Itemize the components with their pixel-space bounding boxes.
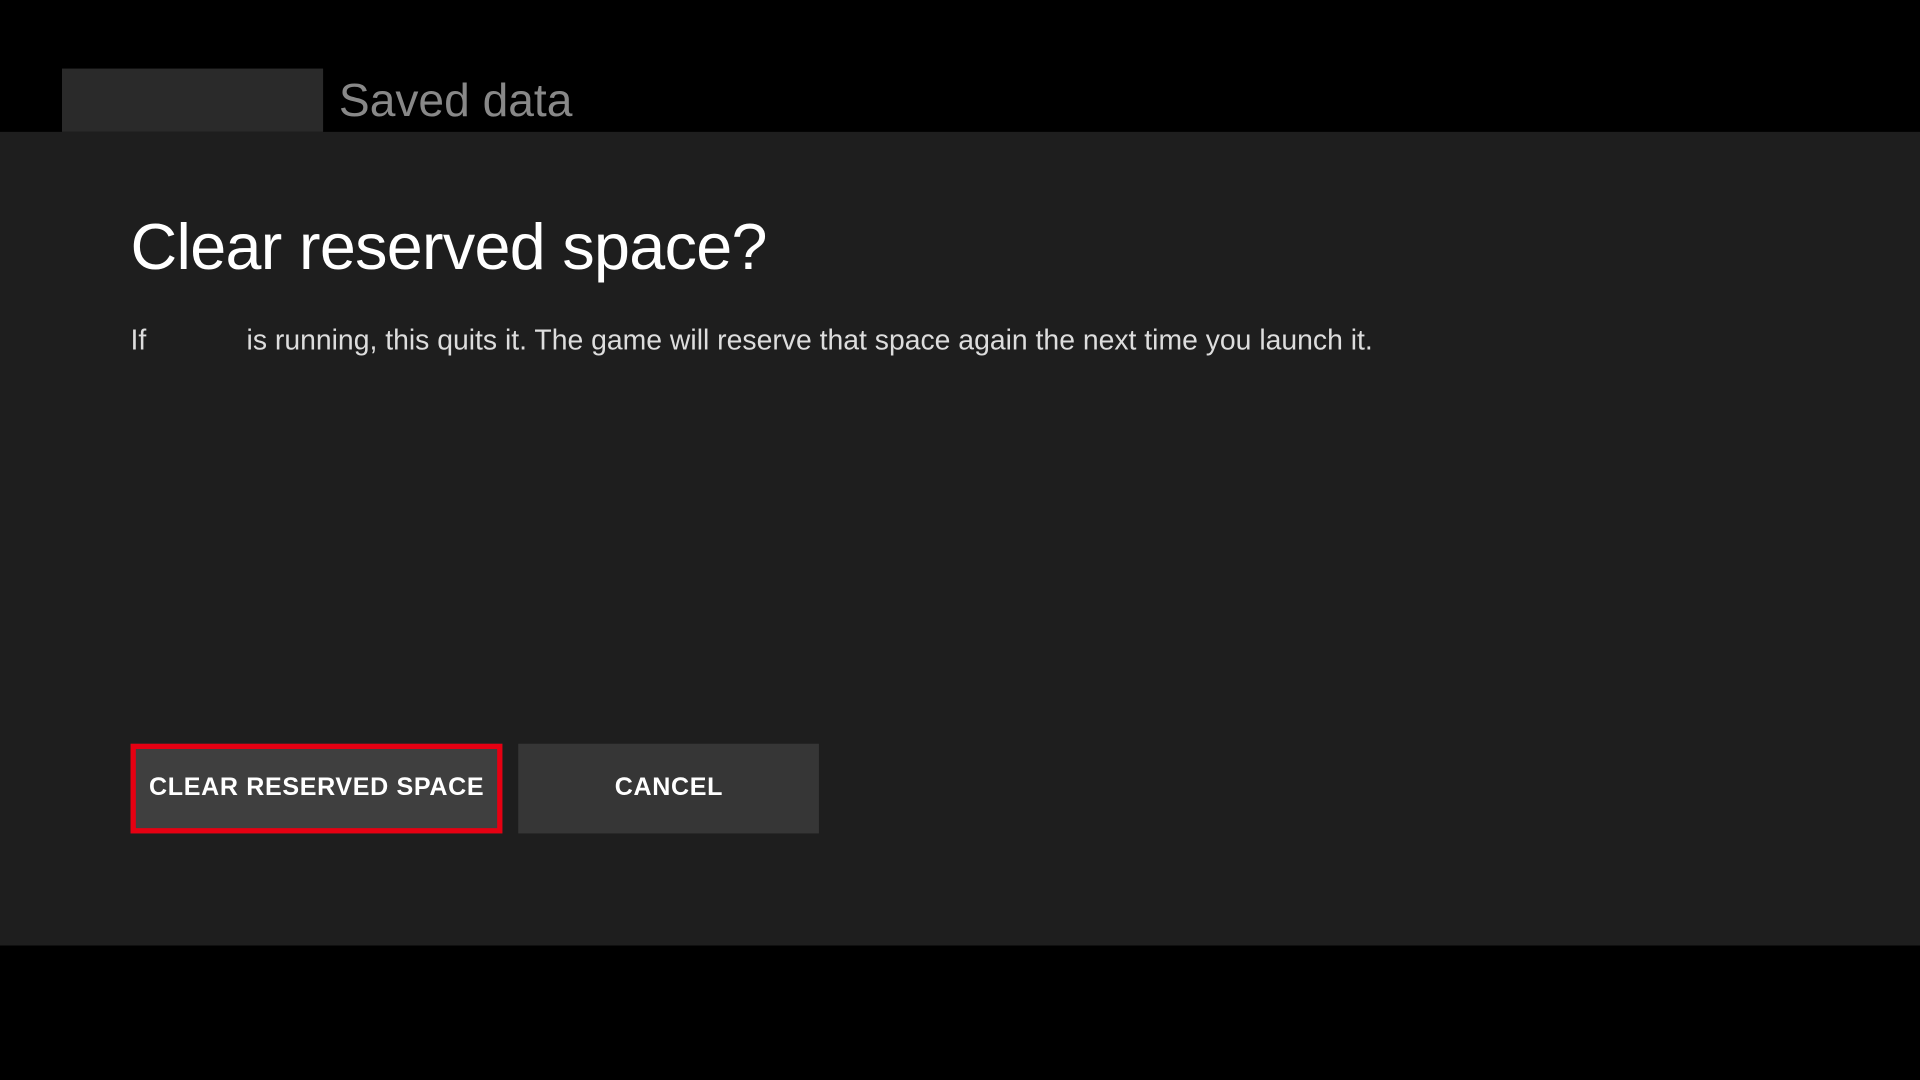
header-bar: Saved data [0,0,1920,132]
dialog-title: Clear reserved space? [131,211,1920,285]
cancel-button[interactable]: CANCEL [519,744,820,834]
breadcrumb-label: Saved data [339,75,573,128]
dialog-body-suffix: is running, this quits it. The game will… [247,324,1373,356]
dialog-body-text: If is running, this quits it. The game wi… [131,324,1920,357]
clear-reserved-space-button[interactable]: CLEAR RESERVED SPACE [131,744,503,834]
bottom-bar [0,946,1774,1080]
game-tile-placeholder [62,69,323,132]
dialog-content: Clear reserved space? If is running, this… [0,132,1920,946]
dialog-body-prefix: If [131,324,147,356]
button-row: CLEAR RESERVED SPACE CANCEL [131,744,820,834]
